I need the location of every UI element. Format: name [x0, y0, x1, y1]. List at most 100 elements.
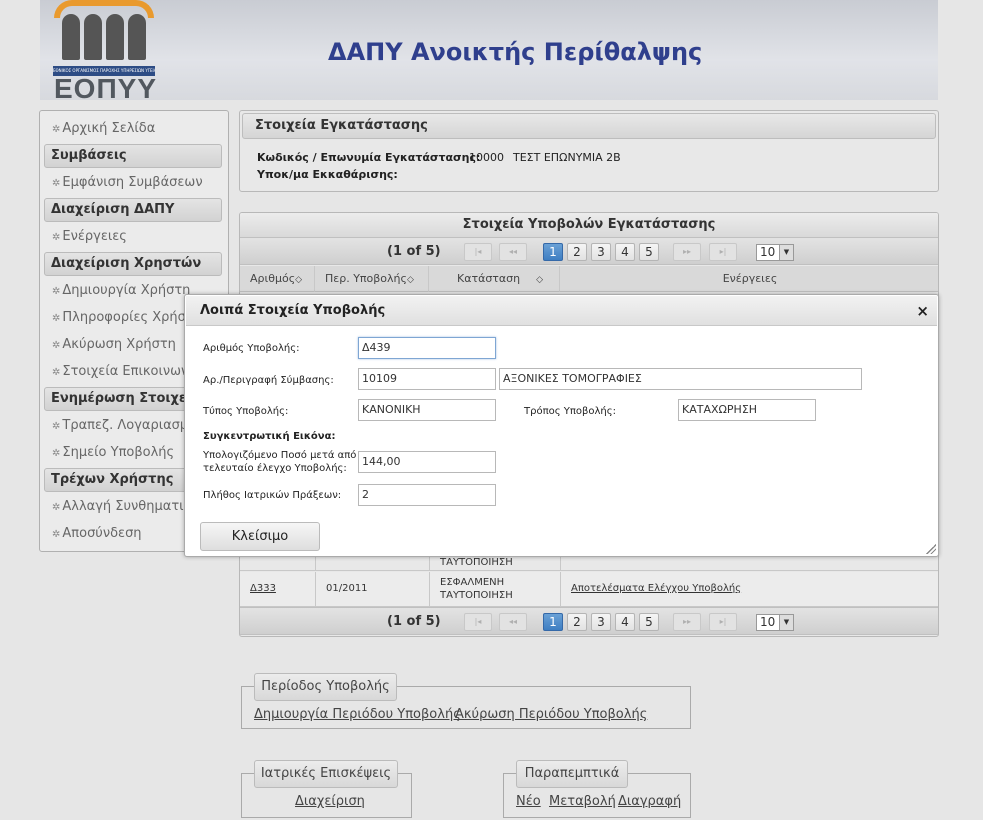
- pager-bottom: (1 of 5) |◂ ◂◂ 1 2 3 4 5 ▸▸ ▸| 10 ▼: [240, 607, 938, 635]
- close-icon[interactable]: ×: [916, 296, 929, 326]
- contract-label: Αρ./Περιγραφή Σύμβασης:: [203, 375, 334, 386]
- sidebar-item-logout[interactable]: ✲ Αποσύνδεση: [52, 524, 142, 544]
- gear-icon: ✲: [52, 286, 61, 297]
- page-3-button[interactable]: 3: [591, 613, 611, 631]
- gear-icon: ✲: [52, 178, 61, 189]
- sort-icon: ◇: [406, 275, 414, 285]
- gear-icon: ✲: [52, 124, 61, 135]
- next-page-button[interactable]: ▸▸: [673, 243, 701, 261]
- sidebar-item-user-info[interactable]: ✲ Πληροφορίες Χρήστη: [52, 308, 202, 328]
- sidebar-item-cancel-user[interactable]: ✲ Ακύρωση Χρήστη: [52, 335, 176, 355]
- submission-type-field[interactable]: ΚΑΝΟΝΙΚΗ: [358, 399, 496, 421]
- next-page-button[interactable]: ▸▸: [673, 613, 701, 631]
- row-status-line1: ΕΣΦΑΛΜΕΝΗ: [440, 577, 505, 588]
- page-count: (1 of 5): [387, 614, 441, 629]
- gear-icon: ✲: [52, 502, 61, 513]
- last-page-button[interactable]: ▸|: [709, 243, 737, 261]
- page-1-button[interactable]: 1: [543, 243, 563, 261]
- page-5-button[interactable]: 5: [639, 613, 659, 631]
- chevron-down-icon: ▼: [779, 245, 793, 260]
- page-2-button[interactable]: 2: [567, 243, 587, 261]
- sidebar-item-show-contracts[interactable]: ✲ Εμφάνιση Συμβάσεων: [52, 173, 203, 193]
- submission-number-field[interactable]: Δ439: [358, 337, 496, 359]
- referral-edit-link[interactable]: Μεταβολή: [549, 794, 616, 809]
- sidebar-item-label: Αρχική Σελίδα: [62, 121, 156, 136]
- sidebar-section-contracts[interactable]: Συμβάσεις: [44, 144, 222, 168]
- sort-icon: ◇: [536, 275, 544, 285]
- check-results-link[interactable]: Αποτελέσματα Ελέγχου Υποβολής: [571, 583, 741, 594]
- submission-method-field[interactable]: ΚΑΤΑΧΩΡΗΣΗ: [678, 399, 816, 421]
- dialog-title: Λοιπά Στοιχεία Υποβολής: [200, 303, 386, 318]
- column-period[interactable]: Περ. Υποβολής◇: [315, 266, 429, 292]
- column-label: Περ. Υποβολής: [325, 272, 407, 285]
- row-period: 01/2011: [326, 583, 368, 594]
- page-2-button[interactable]: 2: [567, 613, 587, 631]
- rows-per-page-select[interactable]: 10 ▼: [756, 244, 794, 261]
- sidebar-item-home[interactable]: ✲ Αρχική Σελίδα: [52, 119, 155, 139]
- page-4-button[interactable]: 4: [615, 613, 635, 631]
- amount-label-line1: Υπολογιζόμενο Ποσό μετά από: [203, 450, 357, 461]
- submission-number-label: Αριθμός Υποβολής:: [203, 343, 300, 354]
- page-header: ΕΘΝΙΚΟΣ ΟΡΓΑΝΙΣΜΟΣ ΠΑΡΟΧΗΣ ΥΠΗΡΕΣΙΩΝ ΥΓΕ…: [40, 0, 938, 104]
- column-label: Αριθμός: [250, 272, 296, 285]
- page-4-button[interactable]: 4: [615, 243, 635, 261]
- column-actions: Ενέργειες: [722, 272, 778, 285]
- sidebar-item-label: Αποσύνδεση: [62, 526, 142, 541]
- column-status[interactable]: Κατάσταση ◇: [429, 266, 560, 292]
- rows-per-page-select[interactable]: 10 ▼: [756, 614, 794, 631]
- close-button[interactable]: Κλείσιμο: [200, 522, 320, 551]
- sidebar-item-label: Τραπεζ. Λογαριασμοί: [62, 418, 201, 433]
- gear-icon: ✲: [52, 313, 61, 324]
- referrals-legend: Παραπεμπτικά: [516, 760, 628, 788]
- referral-delete-link[interactable]: Διαγραφή: [618, 794, 681, 809]
- row-status-line2: ΤΑΥΤΟΠΟΙΗΣΗ: [440, 590, 513, 601]
- clearing-subunit-label: Υποκ/μα Εκκαθάρισης:: [257, 168, 398, 181]
- prev-page-button[interactable]: ◂◂: [499, 243, 527, 261]
- first-page-button[interactable]: |◂: [464, 613, 492, 631]
- create-period-link[interactable]: Δημιουργία Περιόδου Υποβολής: [254, 707, 461, 722]
- page-3-button[interactable]: 3: [591, 243, 611, 261]
- resize-handle-icon[interactable]: [926, 544, 936, 554]
- logo-person-icon: [106, 14, 124, 60]
- page-5-button[interactable]: 5: [639, 243, 659, 261]
- contract-number-field[interactable]: 10109: [358, 368, 496, 390]
- sidebar-item-label: Πληροφορίες Χρήστη: [62, 310, 202, 325]
- column-number[interactable]: Αριθμός◇: [240, 266, 315, 292]
- sidebar-item-label: Δημιουργία Χρήστη: [62, 283, 191, 298]
- first-page-button[interactable]: |◂: [464, 243, 492, 261]
- cancel-period-link[interactable]: Ακύρωση Περιόδου Υποβολής: [455, 707, 647, 722]
- page-title: ΔΑΠΥ Ανοικτής Περίθαλψης: [328, 38, 703, 66]
- pager-top: (1 of 5) |◂ ◂◂ 1 2 3 4 5 ▸▸ ▸| 10 ▼: [240, 237, 938, 265]
- sidebar-item-actions[interactable]: ✲ Ενέργειες: [52, 227, 127, 247]
- sidebar-item-label: Ενέργειες: [62, 229, 127, 244]
- installation-panel: Στοιχεία Εγκατάστασης Κωδικός / Επωνυμία…: [239, 110, 939, 192]
- sidebar-item-bank[interactable]: ✲ Τραπεζ. Λογαριασμοί: [52, 416, 201, 436]
- sort-icon: ◇: [295, 275, 303, 285]
- column-label: Κατάσταση: [457, 272, 521, 285]
- sidebar-item-create-user[interactable]: ✲ Δημιουργία Χρήστη: [52, 281, 190, 301]
- installation-code-value: 10000: [469, 151, 504, 164]
- installation-code-label: Κωδικός / Επωνυμία Εγκατάστασης:: [257, 151, 481, 164]
- logo-person-icon: [62, 14, 80, 60]
- sidebar-item-label: Σημείο Υποβολής: [62, 445, 175, 460]
- contract-description-field[interactable]: ΑΞΟΝΙΚΕΣ ΤΟΜΟΓΡΑΦΙΕΣ: [499, 368, 862, 390]
- prev-page-button[interactable]: ◂◂: [499, 613, 527, 631]
- sidebar-section-dapy[interactable]: Διαχείριση ΔΑΠΥ: [44, 198, 222, 222]
- logo-person-icon: [84, 14, 102, 60]
- submission-type-label: Τύπος Υποβολής:: [203, 406, 289, 417]
- medical-acts-field[interactable]: 2: [358, 484, 496, 506]
- visits-manage-link[interactable]: Διαχείριση: [295, 794, 365, 809]
- gear-icon: ✲: [52, 421, 61, 432]
- eopyy-logo: ΕΘΝΙΚΟΣ ΟΡΓΑΝΙΣΜΟΣ ΠΑΡΟΧΗΣ ΥΠΗΡΕΣΙΩΝ ΥΓΕ…: [50, 0, 160, 104]
- page-1-button[interactable]: 1: [543, 613, 563, 631]
- last-page-button[interactable]: ▸|: [709, 613, 737, 631]
- gear-icon: ✲: [52, 529, 61, 540]
- submission-number-link[interactable]: Δ333: [250, 583, 276, 594]
- rows-per-page-value: 10: [760, 615, 776, 629]
- gear-icon: ✲: [52, 367, 61, 378]
- visits-legend: Ιατρικές Επισκέψεις: [254, 760, 398, 788]
- referral-new-link[interactable]: Νέο: [516, 794, 541, 809]
- sidebar-section-users[interactable]: Διαχείριση Χρηστών: [44, 252, 222, 276]
- computed-amount-field[interactable]: 144,00: [358, 451, 496, 473]
- sidebar-item-submit-point[interactable]: ✲ Σημείο Υποβολής: [52, 443, 174, 463]
